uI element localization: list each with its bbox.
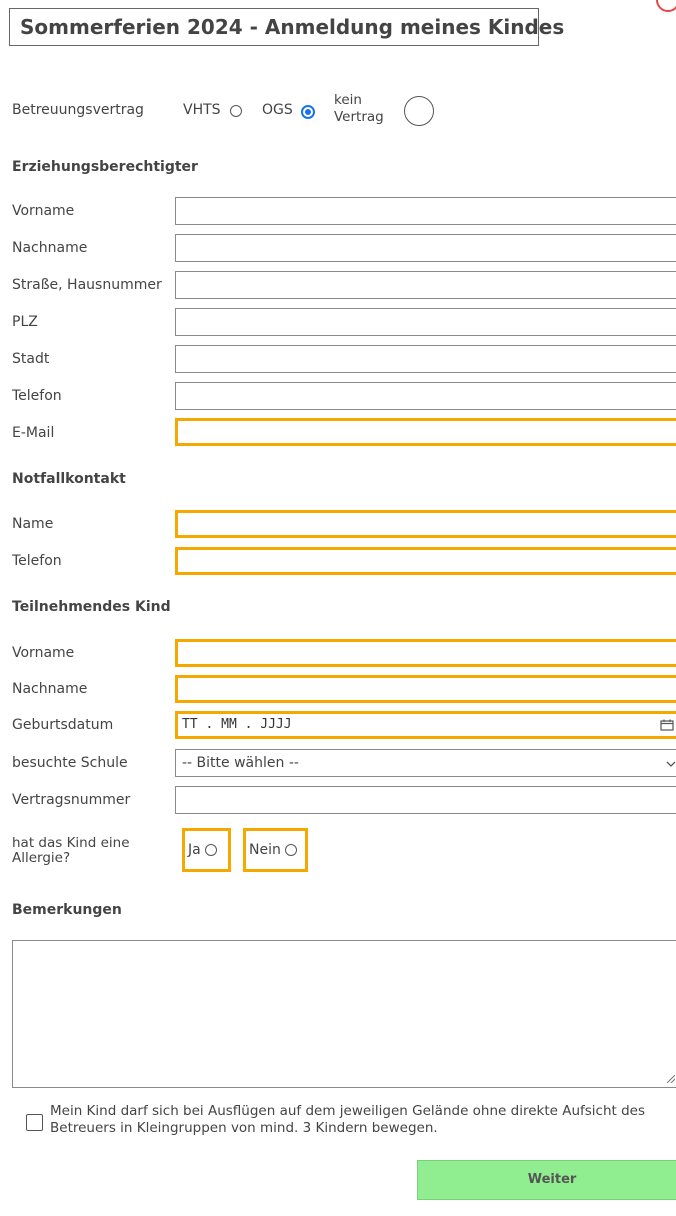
guardian-stadt-input[interactable] xyxy=(175,345,676,373)
child-schule-select[interactable]: -- Bitte wählen -- xyxy=(175,749,676,777)
guardian-vorname-input[interactable] xyxy=(175,197,676,225)
child-vorname-label: Vorname xyxy=(12,645,75,661)
allergy-label-line2: Allergie? xyxy=(12,850,71,866)
emergency-telefon-input[interactable] xyxy=(175,547,676,575)
date-placeholder: TT . MM . JJJJ xyxy=(182,717,292,732)
guardian-plz-input[interactable] xyxy=(175,308,676,336)
radio-ogs[interactable] xyxy=(301,105,315,119)
school-selected-value: -- Bitte wählen -- xyxy=(182,755,299,771)
child-vertragsnummer-label: Vertragsnummer xyxy=(12,792,131,808)
guardian-strasse-input[interactable] xyxy=(175,271,676,299)
section-child-heading: Teilnehmendes Kind xyxy=(12,599,171,615)
guardian-email-label: E-Mail xyxy=(12,425,55,441)
radio-kein-vertrag[interactable] xyxy=(404,96,434,126)
section-guardian-heading: Erziehungsberechtigter xyxy=(12,159,198,175)
remarks-textarea[interactable] xyxy=(12,940,676,1088)
kein-label-line1: kein xyxy=(334,92,362,108)
allergy-yes-label: Ja xyxy=(188,842,201,858)
consent-checkbox[interactable] xyxy=(26,1114,43,1131)
allergy-no-radio[interactable] xyxy=(284,844,297,856)
radio-ogs-label: OGS xyxy=(262,102,293,118)
guardian-telefon-label: Telefon xyxy=(12,388,62,404)
child-nachname-input[interactable] xyxy=(175,675,676,703)
section-emergency-heading: Notfallkontakt xyxy=(12,471,126,487)
guardian-email-input[interactable] xyxy=(175,418,676,446)
radio-vhts[interactable] xyxy=(230,105,242,117)
allergy-yes-radio[interactable] xyxy=(204,844,217,856)
corner-decoration xyxy=(656,0,676,12)
contract-label: Betreuungsvertrag xyxy=(12,102,144,118)
guardian-nachname-input[interactable] xyxy=(175,234,676,262)
child-vertragsnummer-input[interactable] xyxy=(175,786,676,814)
child-nachname-label: Nachname xyxy=(12,681,88,697)
guardian-telefon-input[interactable] xyxy=(175,382,676,410)
consent-text: Mein Kind darf sich bei Ausflügen auf de… xyxy=(50,1103,646,1136)
resize-handle-icon[interactable] xyxy=(665,1073,675,1083)
allergy-no-option[interactable]: Nein xyxy=(243,828,308,872)
emergency-telefon-label: Telefon xyxy=(12,553,62,569)
guardian-plz-label: PLZ xyxy=(12,314,38,330)
allergy-label: hat das Kind eine Allergie? xyxy=(12,836,130,866)
allergy-yes-option[interactable]: Ja xyxy=(182,828,231,872)
allergy-no-label: Nein xyxy=(249,842,281,858)
emergency-name-input[interactable] xyxy=(175,510,676,538)
page-title: Sommerferien 2024 - Anmeldung meines Kin… xyxy=(9,8,564,46)
guardian-strasse-label: Straße, Hausnummer xyxy=(12,277,162,293)
child-geburtsdatum-label: Geburtsdatum xyxy=(12,717,114,733)
kein-label-line2: Vertrag xyxy=(334,109,384,125)
weiter-button[interactable]: Weiter xyxy=(417,1160,676,1200)
chevron-down-icon xyxy=(666,761,676,767)
calendar-icon[interactable] xyxy=(660,719,674,731)
guardian-nachname-label: Nachname xyxy=(12,240,88,256)
guardian-vorname-label: Vorname xyxy=(12,203,75,219)
radio-kein-vertrag-label: kein Vertrag xyxy=(334,93,384,125)
section-remarks-heading: Bemerkungen xyxy=(12,902,122,918)
allergy-label-line1: hat das Kind eine xyxy=(12,835,130,851)
radio-vhts-label: VHTS xyxy=(183,102,221,118)
emergency-name-label: Name xyxy=(12,516,54,532)
child-vorname-input[interactable] xyxy=(175,639,676,667)
child-schule-label: besuchte Schule xyxy=(12,755,128,771)
child-geburtsdatum-input[interactable]: TT . MM . JJJJ xyxy=(175,711,676,739)
guardian-stadt-label: Stadt xyxy=(12,351,50,367)
